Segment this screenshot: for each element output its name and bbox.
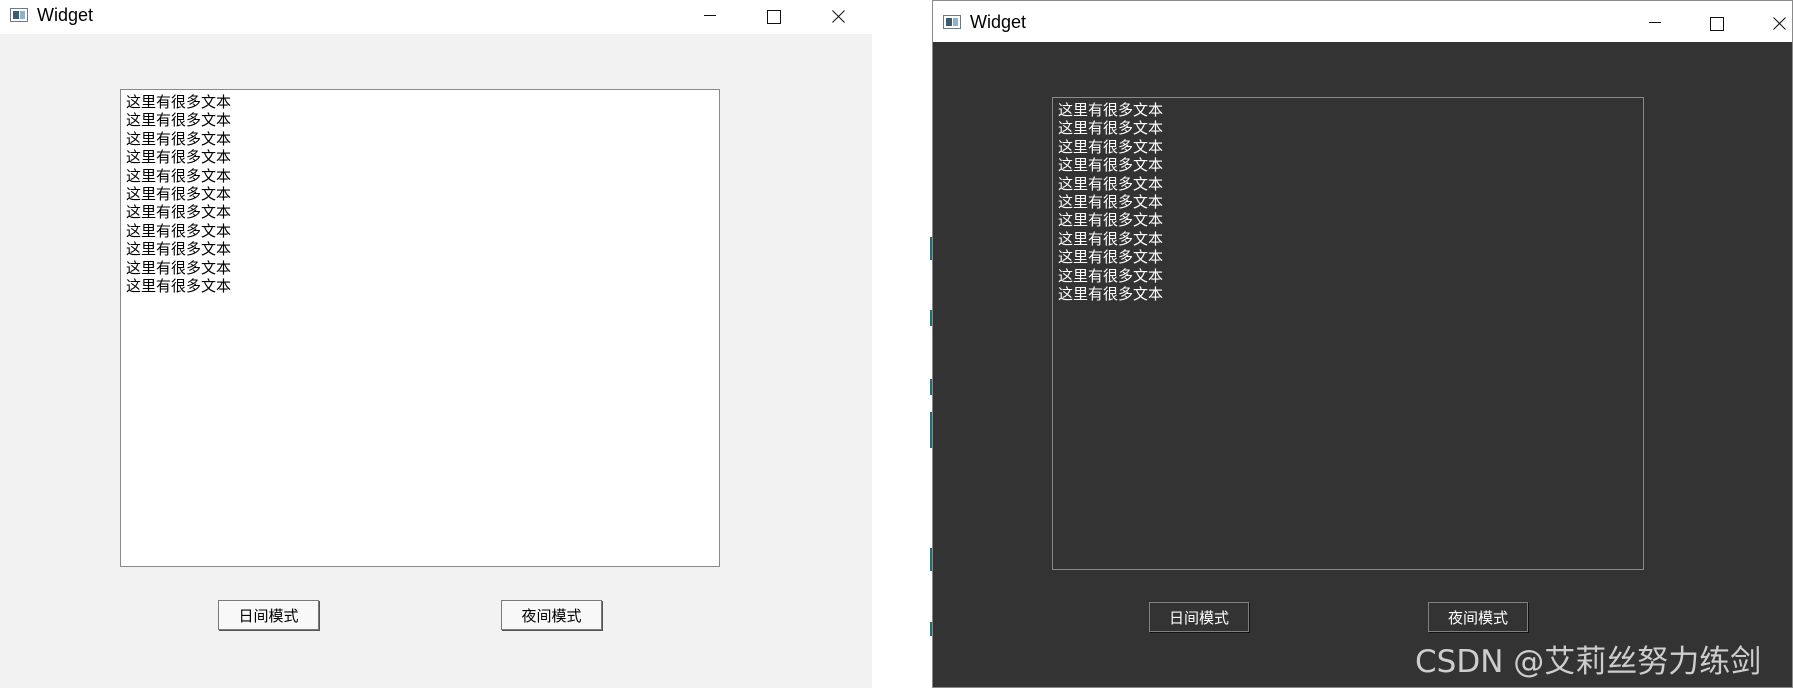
- text-line: 这里有很多文本: [1058, 137, 1164, 156]
- app-window-icon: [943, 15, 961, 29]
- maximize-icon[interactable]: [1696, 9, 1736, 37]
- text-line: 这里有很多文本: [126, 93, 232, 111]
- light-window-title: Widget: [37, 5, 94, 25]
- text-line: 这里有很多文本: [126, 111, 232, 130]
- watermark: CSDN @艾莉丝努力练剑: [1415, 644, 1762, 680]
- light-mode-window: Widget 这里有很多文本 这里有很多文本 这里有很多文本 这里有很多文本 这…: [0, 0, 872, 688]
- text-line: 这里有很多文本: [1058, 174, 1164, 193]
- text-line: 这里有很多文本: [126, 221, 232, 240]
- text-line: 这里有很多文本: [126, 203, 232, 222]
- text-line: 这里有很多文本: [1058, 193, 1164, 212]
- text-line: 这里有很多文本: [1058, 229, 1164, 248]
- text-line: 这里有很多文本: [126, 166, 232, 185]
- text-line: 这里有很多文本: [1058, 119, 1164, 138]
- maximize-icon[interactable]: [753, 2, 793, 30]
- dark-window-title: Widget: [970, 12, 1027, 32]
- light-window-titlebar[interactable]: Widget: [0, 0, 872, 34]
- text-line: 这里有很多文本: [1058, 211, 1164, 230]
- dark-text-area[interactable]: 这里有很多文本 这里有很多文本 这里有很多文本 这里有很多文本 这里有很多文本 …: [1052, 97, 1644, 570]
- minimize-icon[interactable]: [690, 2, 730, 30]
- text-line: 这里有很多文本: [126, 129, 232, 148]
- text-line: 这里有很多文本: [1058, 285, 1164, 304]
- day-mode-button[interactable]: 日间模式: [1149, 602, 1249, 632]
- light-text-area[interactable]: 这里有很多文本 这里有很多文本 这里有很多文本 这里有很多文本 这里有很多文本 …: [120, 89, 720, 567]
- day-mode-button[interactable]: 日间模式: [218, 600, 319, 630]
- text-line: 这里有很多文本: [1058, 156, 1164, 175]
- dark-window-titlebar[interactable]: Widget: [933, 1, 1792, 42]
- app-window-icon: [10, 8, 28, 22]
- text-line: 这里有很多文本: [126, 240, 232, 259]
- night-mode-button[interactable]: 夜间模式: [501, 600, 602, 630]
- text-line: 这里有很多文本: [126, 148, 232, 167]
- close-icon[interactable]: [1759, 9, 1792, 37]
- text-line: 这里有很多文本: [1058, 101, 1164, 119]
- minimize-icon[interactable]: [1635, 9, 1675, 37]
- close-icon[interactable]: [818, 2, 858, 30]
- night-mode-button[interactable]: 夜间模式: [1428, 602, 1528, 632]
- text-line: 这里有很多文本: [1058, 248, 1164, 267]
- dark-mode-window: Widget 这里有很多文本 这里有很多文本 这里有很多文本 这里有很多文本 这…: [932, 0, 1793, 688]
- text-line: 这里有很多文本: [126, 277, 232, 296]
- text-line: 这里有很多文本: [126, 185, 232, 204]
- text-line: 这里有很多文本: [126, 258, 232, 277]
- text-line: 这里有很多文本: [1058, 266, 1164, 285]
